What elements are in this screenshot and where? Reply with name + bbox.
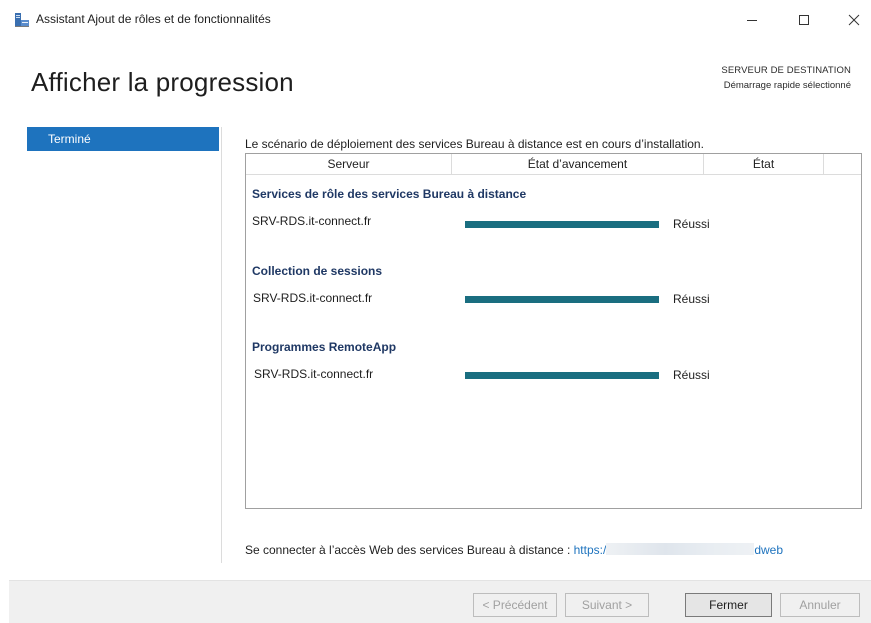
cancel-button[interactable]: Annuler	[780, 593, 860, 617]
progress-bar	[465, 296, 659, 303]
minimize-icon	[747, 20, 757, 21]
web-link-end: dweb	[754, 543, 783, 557]
group-title-remoteapp-programs: Programmes RemoteApp	[252, 340, 397, 354]
column-header-status[interactable]: État	[704, 154, 824, 175]
web-access-line: Se connecter à l’accès Web des services …	[245, 543, 783, 557]
status-text: Réussi	[673, 368, 710, 382]
next-button[interactable]: Suivant >	[565, 593, 649, 617]
column-header-filler	[824, 154, 861, 175]
maximize-icon	[799, 15, 809, 25]
server-name: SRV-RDS.it-connect.fr	[253, 291, 373, 305]
window-title: Assistant Ajout de rôles et de fonctionn…	[36, 12, 271, 26]
server-manager-icon	[15, 13, 29, 27]
web-access-text: Se connecter à l’accès Web des services …	[245, 543, 574, 557]
group-title-rds-role-services: Services de rôle des services Bureau à d…	[252, 187, 527, 201]
server-name: SRV-RDS.it-connect.fr	[252, 214, 372, 228]
progress-bar	[465, 372, 659, 379]
minimize-button[interactable]	[734, 6, 770, 34]
status-text: Réussi	[673, 217, 710, 231]
web-link-start: https:/	[573, 543, 607, 557]
column-header-progress[interactable]: État d’avancement	[452, 154, 704, 175]
progress-bar-fill	[465, 221, 659, 228]
nav-item-termine[interactable]: Terminé	[27, 127, 219, 151]
progress-bar-fill	[465, 296, 659, 303]
scenario-status-text: Le scénario de déploiement des services …	[245, 137, 704, 151]
group-title-session-collection: Collection de sessions	[252, 264, 383, 278]
web-access-link[interactable]: https:/ dweb	[574, 543, 783, 557]
server-name: SRV-RDS.it-connect.fr	[254, 367, 374, 381]
title-bar: Assistant Ajout de rôles et de fonctionn…	[0, 0, 871, 40]
destination-server-label: SERVEUR DE DESTINATION	[721, 65, 851, 76]
close-button[interactable]: Fermer	[685, 593, 772, 617]
progress-bar	[465, 221, 659, 228]
destination-server-value: Démarrage rapide sélectionné	[723, 80, 851, 91]
maximize-button[interactable]	[786, 6, 822, 34]
nav-divider	[221, 127, 222, 563]
progress-bar-fill	[465, 372, 659, 379]
column-header-server[interactable]: Serveur	[246, 154, 452, 175]
progress-list-panel: Serveur État d’avancement État Services …	[245, 153, 862, 509]
previous-button[interactable]: < Précédent	[473, 593, 557, 617]
redacted-url	[606, 543, 755, 555]
page-title: Afficher la progression	[31, 67, 294, 97]
close-icon	[848, 14, 860, 26]
nav-item-label: Terminé	[48, 132, 91, 146]
status-text: Réussi	[673, 292, 710, 306]
close-window-button[interactable]	[836, 6, 871, 34]
